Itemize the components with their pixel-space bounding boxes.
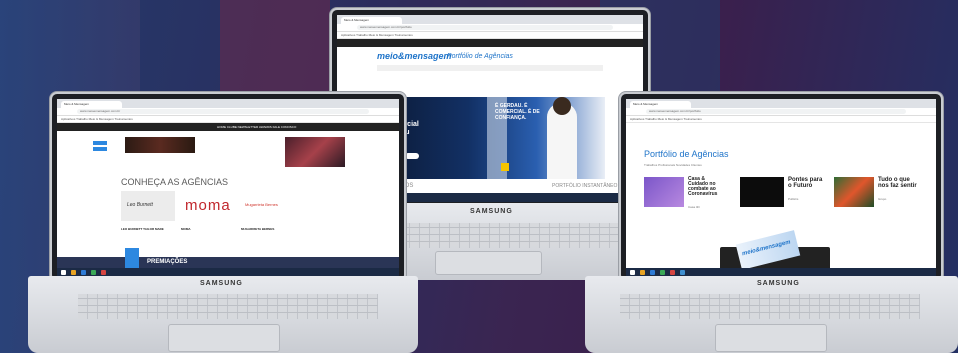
card-image[interactable] [834, 177, 874, 207]
card-meta: Casa 4D [688, 205, 700, 209]
right-laptop-screen: Meio & Mensagem www.meioemensagem.com.br… [619, 92, 943, 282]
bookmarks-bar: Aplicativos Trabalho Meio & Mensagem Tre… [57, 116, 399, 123]
site-nav-links[interactable]: HOME CLUBE NEWSLETTER AWARDS FALE CONOSC… [217, 125, 296, 129]
agency-name[interactable]: MOMA [181, 227, 191, 231]
address-bar[interactable]: www.meioemensagem.com.br/portfolio [646, 109, 906, 114]
agency-logo: Leo Burnett [127, 202, 153, 208]
samsung-logo: SAMSUNG [757, 280, 800, 287]
agency-logo: Mugarrieta Bernes [245, 202, 278, 207]
address-bar[interactable]: www.meioemensagem.com.br/portfolio [357, 25, 613, 30]
news-image-2 [285, 137, 345, 167]
card-title[interactable]: Tudo o que nos faz sentir [878, 177, 918, 189]
magazine-logo: meio&mensagem [741, 239, 792, 258]
section-heading: CONHEÇA AS AGÊNCIAS [121, 177, 229, 187]
agency-logo-card[interactable]: Mugarrieta Bernes [241, 191, 295, 221]
bookmarks-bar: Aplicativos Trabalho Meio & Mensagem Tre… [337, 32, 643, 39]
card-image[interactable] [740, 177, 784, 207]
gerdau-logo-icon [501, 163, 509, 171]
left-laptop: Meio & Mensagem www.meioemensagem.com.br… [28, 92, 418, 353]
card-meta: Publicis [788, 197, 799, 201]
agency-logo: moma [185, 197, 231, 214]
left-laptop-screen: Meio & Mensagem www.meioemensagem.com.br… [50, 92, 406, 282]
premiacoes-label[interactable]: PREMIAÇÕES [147, 259, 187, 265]
site-title: Portfólio de Agências [447, 53, 513, 60]
bookmarks-bar: Aplicativos Trabalho Meio & Mensagem Tre… [626, 116, 936, 123]
share-button[interactable] [93, 147, 107, 151]
touchpad [168, 324, 280, 352]
agency-logo-card[interactable]: Leo Burnett [121, 191, 175, 221]
page-title: Portfólio de Agências [644, 149, 729, 159]
keyboard [78, 294, 378, 319]
filter-bar [377, 65, 603, 71]
touchpad [435, 251, 542, 275]
address-bar[interactable]: www.meioemensagem.com.br [77, 109, 369, 114]
card-image[interactable] [644, 177, 684, 207]
person-head [553, 97, 571, 115]
browser-tab[interactable]: Meio & Mensagem [61, 101, 122, 108]
share-button[interactable] [93, 141, 107, 145]
card-title[interactable]: Casa & Cuidado no combate ao Coronavírus [688, 177, 724, 197]
card-meta: Grupo [878, 197, 887, 201]
site-logo[interactable]: meio&mensagem [377, 51, 452, 61]
right-laptop: Meio & Mensagem www.meioemensagem.com.br… [585, 92, 958, 353]
site-top-bar [337, 39, 643, 47]
news-image [125, 137, 195, 153]
feedback-tab[interactable] [125, 248, 139, 268]
right-laptop-base: SAMSUNG [585, 276, 958, 353]
keyboard [620, 294, 920, 319]
touchpad [715, 324, 827, 352]
agency-logo-card[interactable]: moma [181, 191, 235, 221]
hero-slogan: É GERDAU. É COMERCIAL. É DE CONFIANÇA. [495, 103, 540, 121]
samsung-logo: SAMSUNG [200, 280, 243, 287]
samsung-logo: SAMSUNG [470, 208, 513, 215]
agency-name[interactable]: MUGARRIETA BERNES [241, 227, 274, 231]
agency-name[interactable]: LEO BURNETT TAILOR MADE [121, 227, 164, 231]
filter-tabs[interactable]: Trabalhos Profissionais Novidades Client… [644, 163, 702, 167]
left-laptop-base: SAMSUNG [28, 276, 418, 353]
site-nav: HOME CLUBE NEWSLETTER AWARDS FALE CONOSC… [57, 123, 399, 131]
premiacoes-bar: PREMIAÇÕES [57, 257, 399, 268]
browser-tab[interactable]: Meio & Mensagem [630, 101, 691, 108]
card-title[interactable]: Pontes para o Futuro [788, 177, 826, 189]
browser-tab[interactable]: Meio & Mensagem [341, 17, 402, 24]
